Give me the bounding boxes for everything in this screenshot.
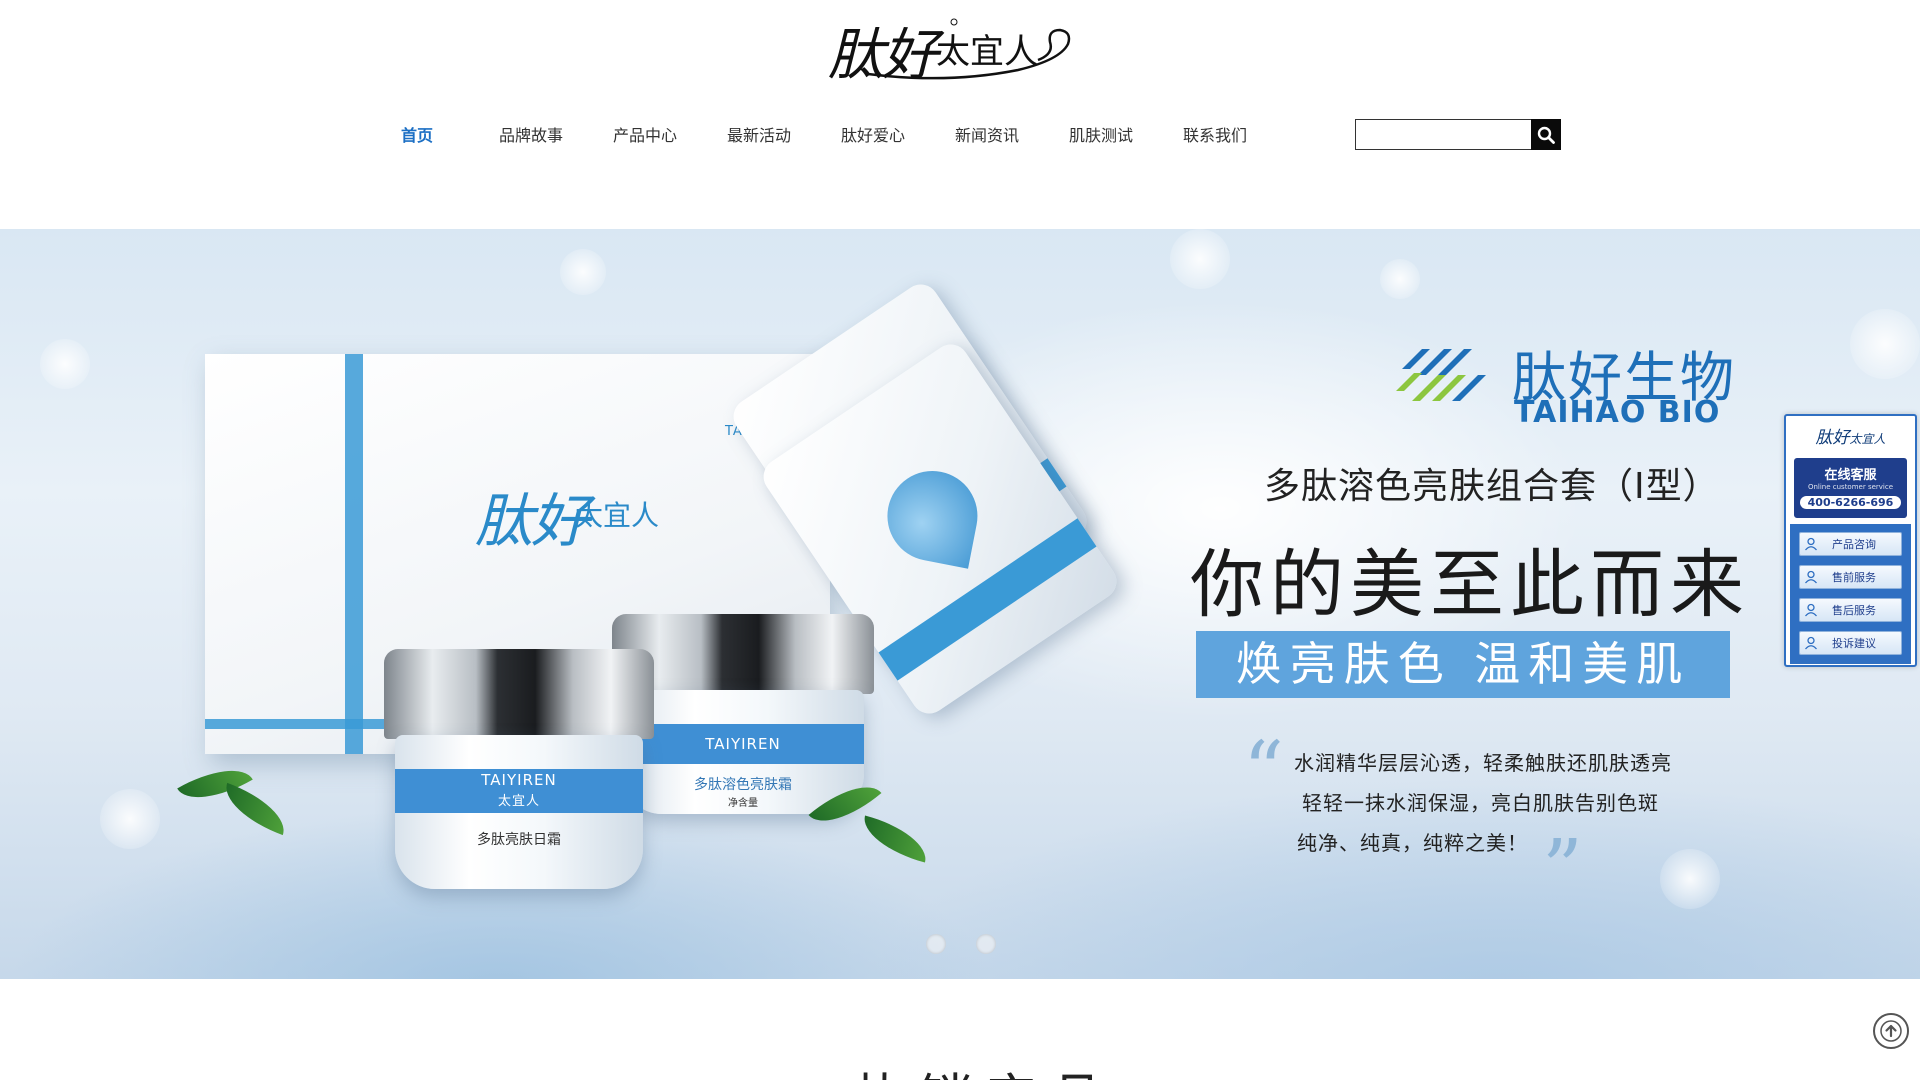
search-input[interactable] [1355, 119, 1531, 150]
slider-dot-1[interactable] [926, 934, 946, 954]
online-service-panel: 肽好太宜人 在线客服 Online customer service 400-6… [1784, 414, 1917, 667]
banner-ribbon: 焕亮肤色 温和美肌 [1196, 631, 1730, 698]
jar-label: TAIYIREN [622, 724, 864, 764]
search-bar [1355, 119, 1561, 150]
bokeh-decoration [1170, 229, 1230, 289]
section-title-hot-products: 热销产品 [852, 1055, 1116, 1080]
service-link-after-sales[interactable]: 售后服务 [1799, 598, 1902, 622]
arrow-up-icon [1880, 1020, 1902, 1042]
service-hotline[interactable]: 400-6266-696 [1799, 496, 1902, 509]
nav-item-contact[interactable]: 联系我们 [1158, 120, 1272, 152]
service-logo-main: 肽好 [1815, 428, 1850, 448]
user-icon [1800, 566, 1822, 588]
box-brand: 肽好 [475, 487, 589, 555]
bokeh-decoration [100, 789, 160, 849]
box-stripe [345, 354, 363, 754]
nav-item-events[interactable]: 最新活动 [702, 120, 816, 152]
taihao-bio-logo-icon [1396, 349, 1486, 401]
search-button[interactable] [1531, 119, 1561, 150]
slider-dot-2[interactable] [976, 934, 996, 954]
user-icon [1800, 599, 1822, 621]
hero-banner[interactable]: TAIYIREN 肽好 太宜人 TAIYIREN 多肽溶色亮肤霜 净含量 TAI… [0, 229, 1920, 979]
product-set-name: 多肽溶色亮肤组合套（I型） [1264, 466, 1720, 507]
service-links: 产品咨询 售前服务 售后服务 投诉建议 [1790, 524, 1911, 664]
nav-item-home[interactable]: 首页 [360, 120, 474, 152]
service-hotline-box: 在线客服 Online customer service 400-6266-69… [1794, 458, 1907, 518]
jar-lid [384, 649, 654, 739]
service-link-label: 售前服务 [1832, 571, 1876, 584]
cream-jar-image: TAIYIREN 太宜人 多肽亮肤日霜 [384, 649, 654, 889]
service-title: 在线客服 [1824, 468, 1877, 483]
bokeh-decoration [1660, 849, 1720, 909]
leaf-decoration [216, 782, 294, 836]
bokeh-decoration [1380, 259, 1420, 299]
service-link-label: 投诉建议 [1832, 637, 1876, 650]
nav-item-skin-test[interactable]: 肌肤测试 [1044, 120, 1158, 152]
service-link-product-consult[interactable]: 产品咨询 [1799, 532, 1902, 556]
quote-close-icon: ” [1542, 822, 1583, 915]
water-drop-icon [879, 463, 986, 569]
box-brand-sub: 太宜人 [575, 499, 660, 532]
jar-brand-sub: 太宜人 [497, 794, 540, 809]
jar-brand: TAIYIREN [481, 771, 557, 789]
banner-copy-line: 水润精华层层沁透，轻柔触肤还肌肤透亮 [1294, 751, 1672, 775]
main-nav: 首页 品牌故事 产品中心 最新活动 肽好爱心 新闻资讯 肌肤测试 联系我们 [360, 120, 1272, 152]
back-to-top-button[interactable] [1873, 1013, 1909, 1049]
banner-headline: 你的美至此而来 [1190, 542, 1750, 628]
bokeh-decoration [1850, 309, 1920, 379]
bokeh-decoration [560, 249, 606, 295]
service-link-complaints[interactable]: 投诉建议 [1799, 631, 1902, 655]
logo-swash-icon [867, 18, 1071, 80]
service-link-label: 售后服务 [1832, 604, 1876, 617]
nav-item-products[interactable]: 产品中心 [588, 120, 702, 152]
search-icon [1537, 126, 1555, 144]
slider-pagination [926, 934, 996, 954]
service-link-label: 产品咨询 [1832, 538, 1876, 551]
banner-copy-line: 纯净、纯真，纯粹之美！ [1297, 831, 1528, 855]
quote-open-icon: “ [1243, 724, 1284, 817]
nav-item-news[interactable]: 新闻资讯 [930, 120, 1044, 152]
user-icon [1800, 632, 1822, 654]
leaf-decoration [857, 815, 933, 863]
service-logo: 肽好太宜人 [1790, 418, 1911, 458]
nav-item-charity[interactable]: 肽好爱心 [816, 120, 930, 152]
service-logo-sub: 太宜人 [1849, 432, 1886, 446]
nav-item-brand-story[interactable]: 品牌故事 [474, 120, 588, 152]
service-link-pre-sales[interactable]: 售前服务 [1799, 565, 1902, 589]
service-subtitle: Online customer service [1807, 483, 1894, 491]
bio-brand-en: TAIHAO BIO [1514, 395, 1721, 430]
banner-copy-line: 轻轻一抹水润保湿，亮白肌肤告别色斑 [1302, 791, 1659, 815]
jar-product-name: 多肽亮肤日霜 [477, 832, 561, 848]
site-logo[interactable]: 肽好 太宜人 [828, 8, 1092, 88]
bokeh-decoration [40, 339, 90, 389]
user-icon [1800, 533, 1822, 555]
jar-label: TAIYIREN 太宜人 [394, 769, 644, 813]
